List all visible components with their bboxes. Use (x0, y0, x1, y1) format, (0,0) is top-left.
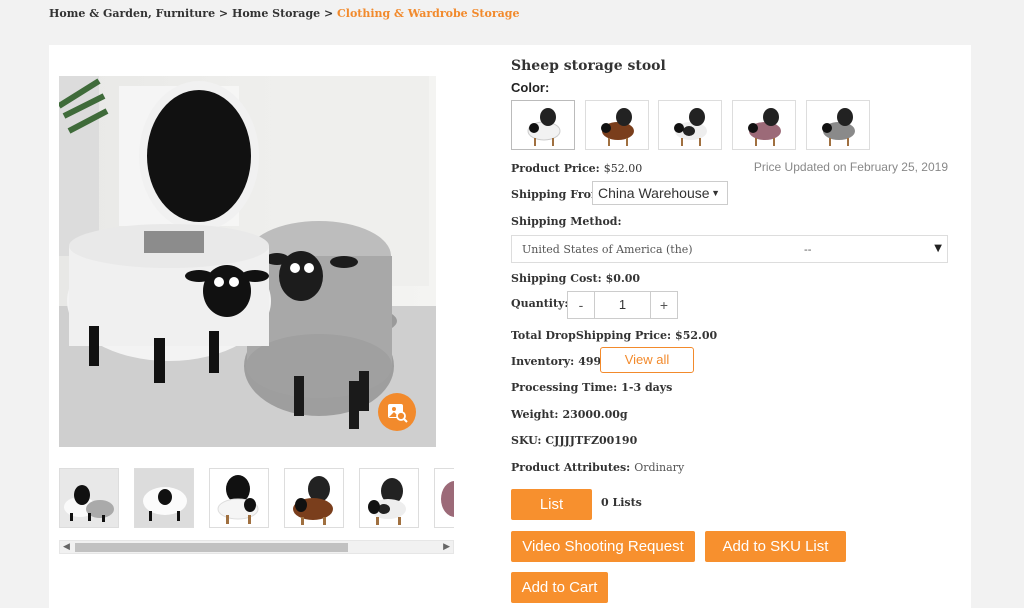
thumbnail[interactable] (284, 468, 344, 528)
price-label: Product Price: (511, 162, 600, 175)
shipping-from-select[interactable]: China Warehouse ▼ (592, 181, 728, 205)
processing-value: 1-3 days (621, 381, 673, 394)
thumbnail[interactable] (59, 468, 119, 528)
scroll-right-icon[interactable]: ▶ (443, 542, 450, 552)
inventory-label: Inventory: (511, 355, 575, 368)
add-to-cart-button[interactable]: Add to Cart (511, 572, 608, 603)
color-swatch-white[interactable] (511, 100, 575, 150)
total-value: $52.00 (675, 329, 718, 342)
attributes-row: Product Attributes: Ordinary (511, 461, 684, 474)
main-product-image[interactable] (59, 76, 436, 447)
chevron-down-icon: ▼ (934, 243, 942, 254)
weight-label: Weight: (511, 408, 559, 421)
attributes-label: Product Attributes: (511, 461, 631, 474)
scroll-left-icon[interactable]: ◀ (63, 542, 70, 552)
color-swatch-brown[interactable] (585, 100, 649, 150)
shipping-method-row: Shipping Method: (511, 215, 622, 228)
attributes-value: Ordinary (634, 461, 685, 474)
quantity-increase-button[interactable]: + (650, 292, 677, 318)
scrollbar-thumb[interactable] (75, 543, 348, 552)
shipping-cost-value: $0.00 (605, 272, 641, 285)
total-label: Total DropShipping Price: (511, 329, 672, 342)
image-search-icon (388, 404, 408, 423)
quantity-decrease-button[interactable]: - (568, 292, 595, 318)
price-updated: Price Updated on February 25, 2019 (753, 160, 948, 174)
breadcrumb-current[interactable]: Clothing & Wardrobe Storage (337, 7, 519, 20)
sku-label: SKU: (511, 434, 542, 447)
thumbnail[interactable] (359, 468, 419, 528)
shipping-cost-label: Shipping Cost: (511, 272, 602, 285)
weight-row: Weight: 23000.00g (511, 408, 628, 421)
color-swatch-black-white[interactable] (658, 100, 722, 150)
color-swatch-gray[interactable] (806, 100, 870, 150)
price-row: Product Price: $52.00 (511, 162, 642, 175)
price-value: $52.00 (603, 162, 643, 175)
chevron-down-icon: ▼ (711, 188, 720, 198)
view-all-button[interactable]: View all (600, 347, 694, 373)
list-button[interactable]: List (511, 489, 592, 520)
lists-count: 0 Lists (601, 496, 642, 509)
shipping-method-select[interactable]: United States of America (the) -- ▼ (511, 235, 948, 263)
shipping-method-dash: -- (804, 243, 812, 256)
shipping-method-label: Shipping Method: (511, 215, 622, 228)
breadcrumb-path[interactable]: Home & Garden, Furniture > Home Storage … (49, 7, 337, 20)
processing-row: Processing Time: 1-3 days (511, 381, 672, 394)
thumbnail[interactable] (209, 468, 269, 528)
weight-value: 23000.00g (562, 408, 628, 421)
video-shooting-request-button[interactable]: Video Shooting Request (511, 531, 695, 562)
quantity-label: Quantity: (511, 297, 569, 310)
processing-label: Processing Time: (511, 381, 618, 394)
image-search-button[interactable] (378, 393, 416, 431)
total-row: Total DropShipping Price: $52.00 (511, 329, 717, 342)
quantity-stepper: - 1 + (567, 291, 678, 319)
sku-row: SKU: CJJJJTFZ00190 (511, 434, 637, 447)
shipping-from-value: China Warehouse (598, 185, 710, 201)
breadcrumb: Home & Garden, Furniture > Home Storage … (49, 7, 519, 20)
product-title: Sheep storage stool (511, 58, 666, 74)
thumbnail-strip (59, 468, 454, 530)
quantity-row: Quantity: (511, 297, 569, 310)
thumbnail[interactable] (134, 468, 194, 528)
sku-value: CJJJJTFZ00190 (545, 434, 638, 447)
shipping-cost-row: Shipping Cost: $0.00 (511, 272, 640, 285)
thumbnail[interactable] (434, 468, 454, 528)
shipping-method-value: United States of America (the) (522, 243, 693, 256)
quantity-input[interactable]: 1 (595, 292, 650, 318)
color-label: Color: (511, 80, 550, 95)
add-to-sku-list-button[interactable]: Add to SKU List (705, 531, 846, 562)
thumbnail-scrollbar[interactable]: ◀ ▶ (59, 540, 454, 554)
color-swatch-pink[interactable] (732, 100, 796, 150)
